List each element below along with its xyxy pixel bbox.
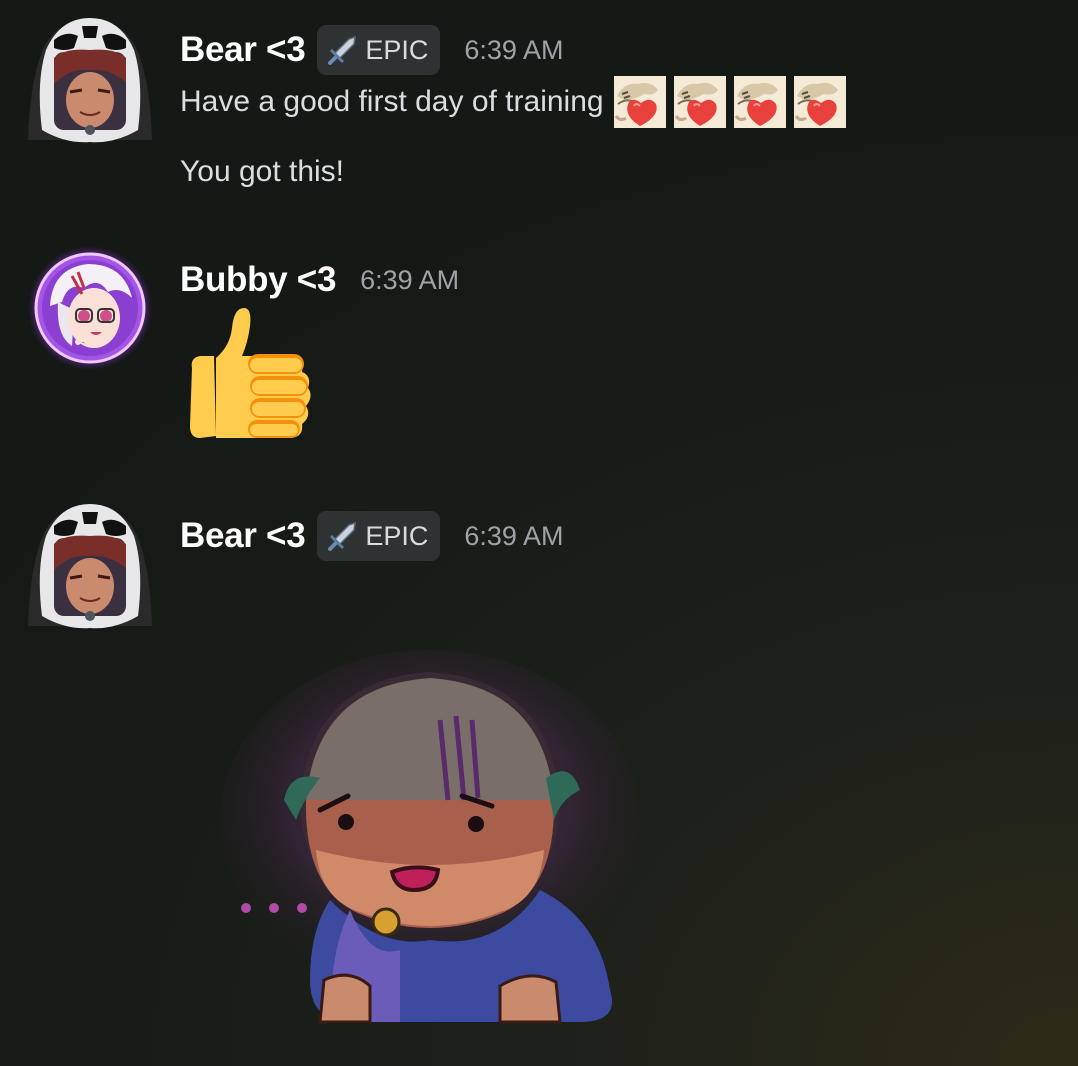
bubby-avatar-icon bbox=[28, 246, 152, 370]
guild-tag-badge[interactable]: EPIC bbox=[317, 511, 441, 561]
heart-hug-emote-icon[interactable] bbox=[614, 76, 666, 128]
timestamp[interactable]: 6:39 AM bbox=[360, 265, 459, 296]
guild-tag-label: EPIC bbox=[365, 520, 429, 551]
thumbs-up-icon bbox=[190, 308, 311, 438]
confused-gladiator-sticker-icon bbox=[220, 650, 640, 1024]
guild-tag-badge[interactable]: EPIC bbox=[317, 25, 441, 75]
message-text: You got this! bbox=[180, 150, 344, 194]
heart-hug-emote-icon[interactable] bbox=[794, 76, 846, 128]
message-header: Bear <3 EPIC 6:39 AM bbox=[180, 510, 563, 562]
heart-hug-emote-icon[interactable] bbox=[674, 76, 726, 128]
guild-tag-label: EPIC bbox=[365, 34, 429, 65]
message-header: Bear <3 EPIC 6:39 AM bbox=[180, 24, 563, 76]
username[interactable]: Bubby <3 bbox=[180, 260, 336, 300]
sword-icon bbox=[328, 521, 357, 551]
user-avatar[interactable] bbox=[24, 12, 156, 144]
bear-avatar-icon bbox=[24, 498, 156, 630]
message-line: You got this! bbox=[180, 155, 345, 188]
message-header: Bubby <3 6:39 AM bbox=[180, 254, 459, 306]
user-avatar[interactable] bbox=[28, 246, 152, 370]
sword-icon bbox=[328, 35, 357, 65]
username[interactable]: Bear <3 bbox=[180, 516, 306, 556]
message-text: Have a good first day of training bbox=[180, 76, 846, 128]
bear-avatar-icon bbox=[24, 12, 156, 144]
timestamp[interactable]: 6:39 AM bbox=[464, 35, 563, 66]
thumbs-up-emoji[interactable] bbox=[186, 306, 314, 442]
sticker[interactable] bbox=[200, 650, 640, 1030]
timestamp[interactable]: 6:39 AM bbox=[464, 521, 563, 552]
username[interactable]: Bear <3 bbox=[180, 30, 306, 70]
message-line: Have a good first day of training bbox=[180, 85, 604, 118]
heart-hug-emote-icon[interactable] bbox=[734, 76, 786, 128]
user-avatar[interactable] bbox=[24, 498, 156, 630]
